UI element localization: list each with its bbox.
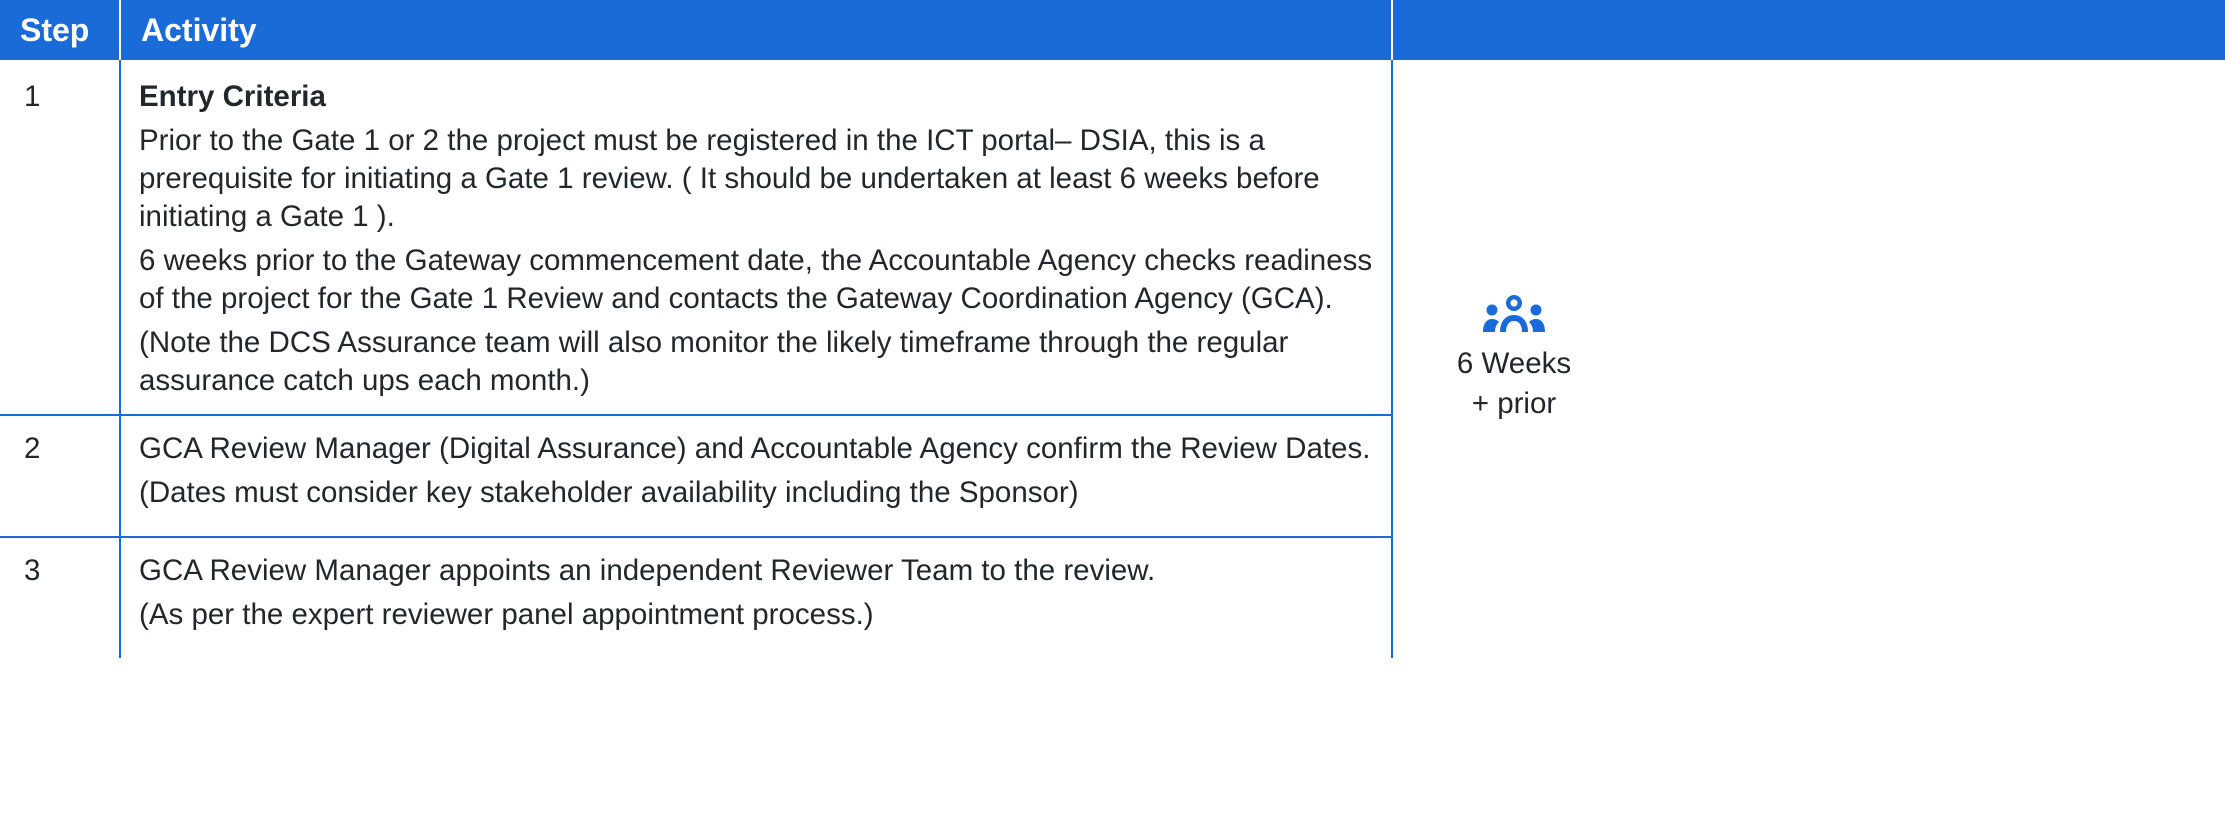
header-step: Step: [0, 0, 121, 60]
timing-line-2: + prior: [1471, 387, 1557, 420]
step-cell: 2: [0, 415, 121, 538]
activity-cell: Entry Criteria Prior to the Gate 1 or 2 …: [120, 60, 1393, 416]
activity-cell: GCA Review Manager appoints an independe…: [120, 537, 1393, 658]
header-timing: [1392, 0, 2225, 60]
activity-paragraph: GCA Review Manager (Digital Assurance) a…: [139, 432, 1371, 465]
activity-paragraph: 6 weeks prior to the Gateway commencemen…: [139, 244, 1373, 315]
table-header: Step Activity: [0, 0, 2225, 60]
timing-cell: 6 Weeks + prior: [1392, 60, 2225, 658]
activity-note: (Note the DCS Assurance team will also m…: [139, 326, 1289, 397]
activity-paragraph: Prior to the Gate 1 or 2 the project mus…: [139, 124, 1320, 233]
header-activity: Activity: [120, 0, 1393, 60]
header-row: Step Activity: [0, 0, 2225, 60]
table-row: 1 Entry Criteria Prior to the Gate 1 or …: [0, 60, 2225, 420]
table-body: 1 Entry Criteria Prior to the Gate 1 or …: [0, 60, 2225, 658]
step-number: 2: [24, 432, 41, 465]
entry-criteria-heading: Entry Criteria: [139, 80, 326, 113]
step-cell: 1: [0, 60, 121, 416]
step-number: 3: [24, 554, 41, 587]
activity-note: (Dates must consider key stakeholder ava…: [139, 476, 1079, 509]
step-cell: 3: [0, 537, 121, 658]
timing-block: 6 Weeks + prior: [1457, 294, 1571, 424]
gateway-process-table: Step Activity 1 Entry Criteria Prior to …: [0, 0, 2225, 658]
activity-paragraph: GCA Review Manager appoints an independe…: [139, 554, 1156, 587]
process-table-page: Step Activity 1 Entry Criteria Prior to …: [0, 0, 2225, 816]
timing-line-1: 6 Weeks: [1456, 347, 1572, 380]
activity-note: (As per the expert reviewer panel appoin…: [139, 598, 874, 631]
activity-cell: GCA Review Manager (Digital Assurance) a…: [120, 415, 1393, 538]
step-number: 1: [24, 80, 41, 113]
people-group-icon: [1482, 295, 1545, 332]
